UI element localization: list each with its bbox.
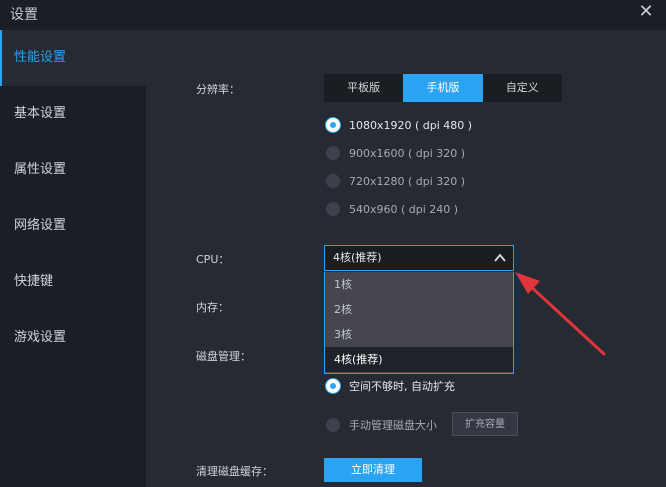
cpu-option-3[interactable]: 3核 [325, 322, 513, 347]
cpu-label: CPU： [196, 253, 230, 266]
close-icon[interactable]: ✕ [636, 2, 656, 22]
resolution-option-label: 1080x1920 ( dpi 480 ) [349, 118, 473, 132]
resolution-option-720x1280[interactable]: 720x1280 ( dpi 320 ) [326, 174, 465, 188]
resolution-mode-tabs: 平板版 手机版 自定义 [324, 74, 562, 102]
sidebar-item-performance[interactable]: 性能设置 [0, 30, 146, 86]
disk-option-label: 手动管理磁盘大小 [349, 419, 437, 432]
radio-icon [326, 202, 340, 216]
radio-icon [326, 146, 340, 160]
title-bar: 设置 ✕ [0, 0, 666, 30]
settings-sidebar: 性能设置 基本设置 属性设置 网络设置 快捷键 游戏设置 [0, 30, 146, 487]
radio-icon [326, 418, 340, 432]
expand-capacity-button[interactable]: 扩充容量 [452, 412, 518, 436]
radio-selected-icon [326, 379, 340, 393]
radio-selected-icon [326, 118, 340, 132]
disk-option-manual[interactable]: 手动管理磁盘大小 [326, 417, 437, 433]
sidebar-item-game[interactable]: 游戏设置 [0, 310, 146, 366]
sidebar-item-shortcuts[interactable]: 快捷键 [0, 254, 146, 310]
memory-label: 内存： [196, 301, 229, 314]
disk-option-auto-expand[interactable]: 空间不够时, 自动扩充 [326, 378, 455, 394]
cpu-select[interactable]: 4核(推荐) [324, 245, 514, 271]
resolution-option-1080x1920[interactable]: 1080x1920 ( dpi 480 ) [326, 118, 472, 132]
clean-now-button[interactable]: 立即清理 [324, 458, 422, 482]
sidebar-item-basic[interactable]: 基本设置 [0, 86, 146, 142]
settings-panel: 分辨率： 平板版 手机版 自定义 1080x1920 ( dpi 480 ) 9… [146, 30, 666, 487]
tab-phone[interactable]: 手机版 [403, 74, 483, 102]
resolution-label: 分辨率： [196, 83, 240, 96]
disk-label: 磁盘管理： [196, 350, 251, 363]
cpu-dropdown-list: 1核 2核 3核 4核(推荐) [324, 272, 514, 374]
sidebar-item-network[interactable]: 网络设置 [0, 198, 146, 254]
resolution-option-900x1600[interactable]: 900x1600 ( dpi 320 ) [326, 146, 465, 160]
clear-cache-label: 清理磁盘缓存： [196, 465, 273, 478]
cpu-selected-value: 4核(推荐) [333, 251, 382, 264]
resolution-option-label: 900x1600 ( dpi 320 ) [349, 146, 466, 160]
window-title: 设置 [10, 7, 38, 23]
resolution-option-540x960[interactable]: 540x960 ( dpi 240 ) [326, 202, 458, 216]
resolution-option-label: 540x960 ( dpi 240 ) [349, 202, 459, 216]
cpu-option-4[interactable]: 4核(推荐) [325, 347, 513, 372]
cpu-option-2[interactable]: 2核 [325, 297, 513, 322]
cpu-option-1[interactable]: 1核 [325, 272, 513, 297]
tab-custom[interactable]: 自定义 [483, 74, 562, 102]
radio-icon [326, 174, 340, 188]
tab-tablet[interactable]: 平板版 [324, 74, 403, 102]
disk-option-label: 空间不够时, 自动扩充 [349, 380, 455, 393]
sidebar-item-properties[interactable]: 属性设置 [0, 142, 146, 198]
resolution-option-label: 720x1280 ( dpi 320 ) [349, 174, 466, 188]
